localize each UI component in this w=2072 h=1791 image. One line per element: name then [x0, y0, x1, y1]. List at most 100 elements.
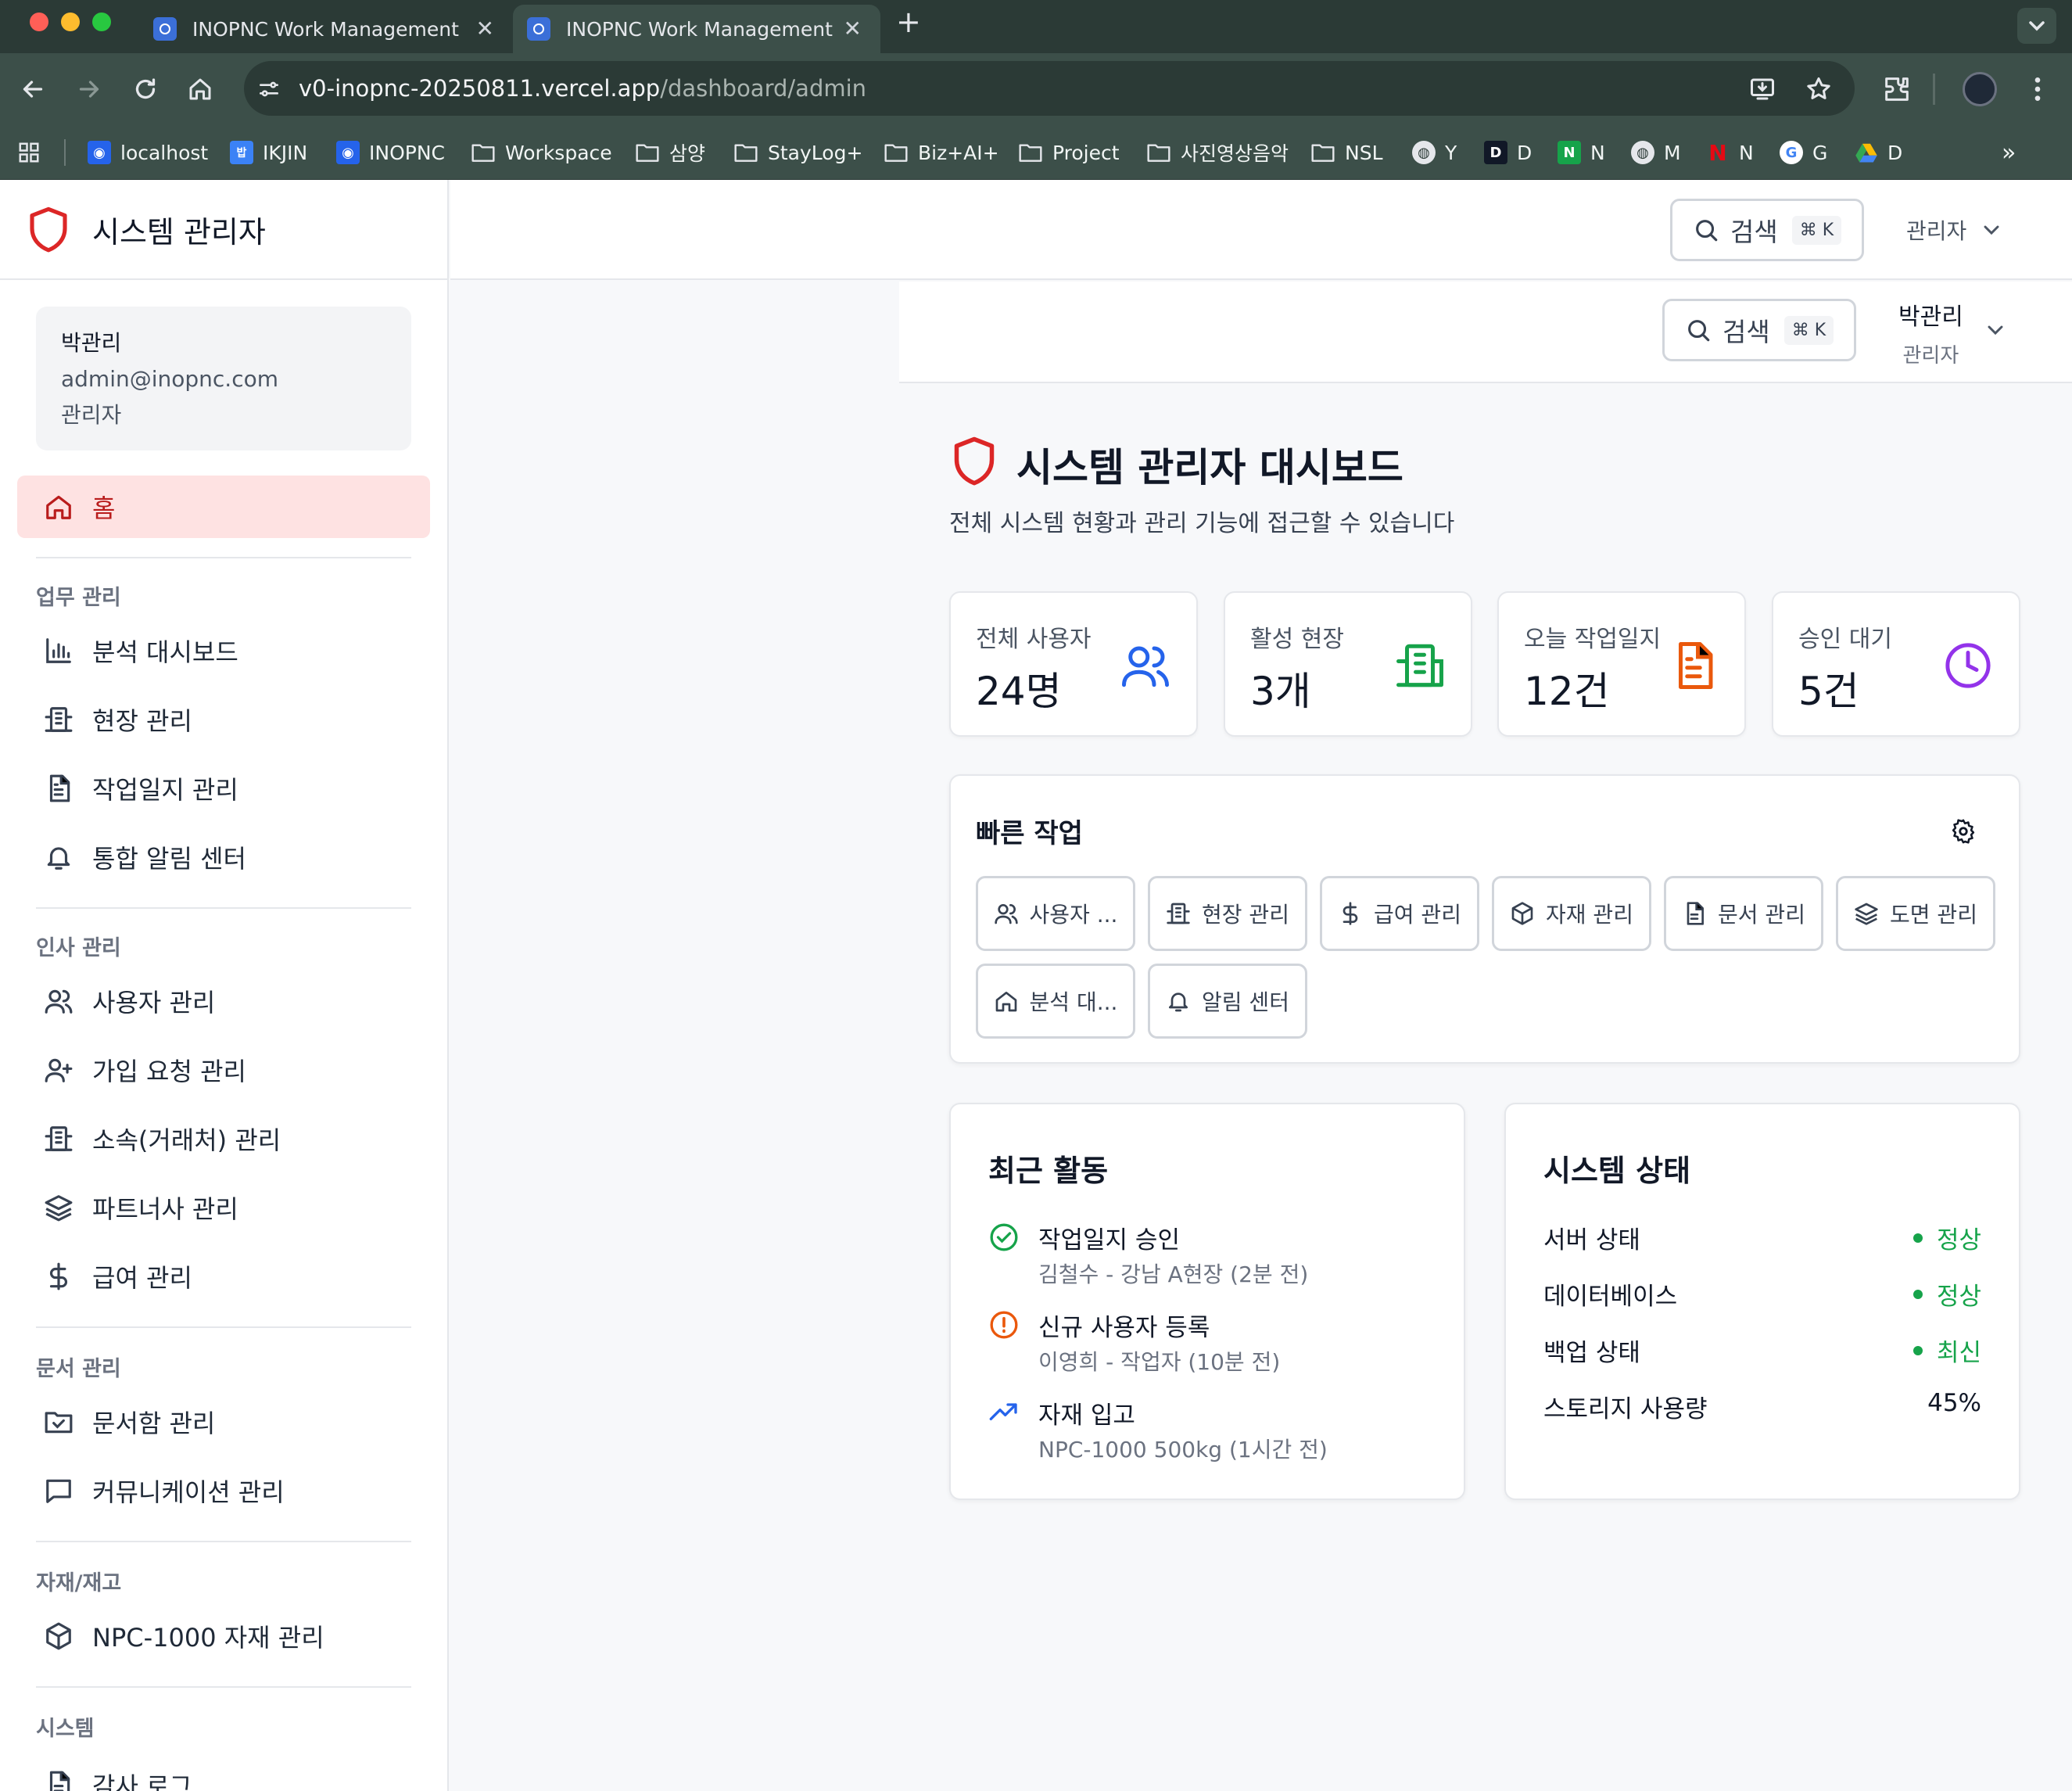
- sidebar-item-users[interactable]: 사용자 관리: [17, 970, 430, 1032]
- forward-icon[interactable]: [75, 75, 103, 103]
- sidebar-item-home[interactable]: 홈: [17, 476, 430, 538]
- sidebar-item-sites[interactable]: 현장 관리: [17, 688, 430, 751]
- quick-users-button[interactable]: 사용자 ...: [976, 876, 1135, 951]
- quick-analytics-button[interactable]: 분석 대...: [976, 964, 1135, 1039]
- bookmark-y[interactable]: ◍ Y: [1412, 125, 1457, 180]
- user-menu-button[interactable]: 박관리 관리자: [1898, 297, 1963, 368]
- quick-materials-button[interactable]: 자재 관리: [1492, 876, 1651, 951]
- bookmark-star-icon[interactable]: [1805, 75, 1833, 103]
- chevron-down-icon[interactable]: [1983, 318, 2008, 343]
- status-badge: 정상: [1912, 1220, 1981, 1255]
- user-role: 관리자: [1902, 344, 1959, 368]
- dollar-icon: [1342, 902, 1358, 925]
- sidebar-item-payroll[interactable]: 급여 관리: [17, 1245, 430, 1308]
- new-tab-icon[interactable]: +: [896, 5, 921, 39]
- extensions-icon[interactable]: [1881, 74, 1912, 105]
- browser-tab-active[interactable]: INOPNC Work Management ✕: [513, 5, 880, 53]
- sidebar-item-worklogs[interactable]: 작업일지 관리: [17, 757, 430, 820]
- minimize-window-button[interactable]: [61, 13, 80, 31]
- sidebar-item-document-box[interactable]: 문서함 관리: [17, 1391, 430, 1453]
- shield-icon: [954, 436, 995, 486]
- stat-card-pending[interactable]: 승인 대기 5건: [1772, 591, 2020, 737]
- bookmark-drive[interactable]: D: [1855, 125, 1902, 180]
- site-settings-icon[interactable]: [256, 77, 281, 102]
- tab-title: INOPNC Work Management: [566, 17, 833, 41]
- sidebar-item-label: NPC-1000 자재 관리: [92, 1623, 324, 1653]
- bookmark-google[interactable]: GG: [1780, 125, 1827, 180]
- sidebar-item-partners[interactable]: 파트너사 관리: [17, 1176, 430, 1239]
- bookmark-netflix[interactable]: NN: [1706, 125, 1753, 180]
- page-title: 시스템 관리자 대시보드: [1016, 445, 1403, 490]
- activity-detail: NPC-1000 500kg (1시간 전): [1038, 1437, 1328, 1463]
- install-app-icon[interactable]: [1748, 75, 1776, 103]
- globe-icon: ◉: [88, 141, 111, 164]
- sidebar-item-communication[interactable]: 커뮤니케이션 관리: [17, 1459, 430, 1522]
- search-button[interactable]: 검색 ⌘ K: [1670, 199, 1864, 261]
- sidebar-item-label: 급여 관리: [92, 1263, 192, 1293]
- bookmark-inopnc[interactable]: ◉ INOPNC: [336, 125, 445, 180]
- bookmark-label: IKJIN: [263, 141, 308, 164]
- browser-tab-bar: INOPNC Work Management ✕ INOPNC Work Man…: [0, 0, 2072, 53]
- quick-documents-button[interactable]: 문서 관리: [1664, 876, 1823, 951]
- bookmark-m[interactable]: ◍ M: [1631, 125, 1681, 180]
- stat-card-sites[interactable]: 활성 현장 3개: [1224, 591, 1472, 737]
- browser-tab[interactable]: INOPNC Work Management ✕: [153, 5, 513, 53]
- apps-grid-icon[interactable]: [17, 141, 41, 164]
- quick-payroll-button[interactable]: 급여 관리: [1320, 876, 1479, 951]
- status-label: 데이터베이스: [1543, 1283, 1678, 1311]
- folder-icon: [1019, 144, 1042, 162]
- bookmark-folder[interactable]: Workspace: [471, 125, 612, 180]
- bookmark-localhost[interactable]: ◉ localhost: [88, 125, 208, 180]
- bookmark-d[interactable]: DD: [1484, 125, 1532, 180]
- folder-icon: [734, 144, 758, 162]
- quick-sites-button[interactable]: 현장 관리: [1148, 876, 1307, 951]
- top-header: 검색 ⌘ K 관리자: [450, 180, 2072, 280]
- building-icon: [45, 1126, 73, 1151]
- sidebar-item-materials[interactable]: NPC-1000 자재 관리: [17, 1605, 430, 1667]
- bookmarks-divider: [64, 139, 66, 166]
- user-menu-button[interactable]: 관리자: [1906, 214, 2004, 246]
- bookmark-n[interactable]: NN: [1558, 125, 1605, 180]
- status-badge: 최신: [1912, 1333, 1981, 1368]
- bookmark-folder[interactable]: 사진영상음악: [1146, 125, 1289, 180]
- close-tab-icon[interactable]: ✕: [844, 16, 862, 41]
- close-window-button[interactable]: [30, 13, 48, 31]
- search-button[interactable]: 검색 ⌘ K: [1662, 299, 1856, 361]
- back-icon[interactable]: [19, 75, 47, 103]
- sidebar: 시스템 관리자 박관리 admin@inopnc.com 관리자 홈 업무 관리…: [0, 180, 449, 1791]
- bookmark-folder[interactable]: StayLog+: [733, 125, 862, 180]
- tab-search-button[interactable]: [2017, 8, 2056, 44]
- sidebar-item-analytics[interactable]: 분석 대시보드: [17, 619, 430, 682]
- package-icon: [1511, 902, 1533, 925]
- reload-icon[interactable]: [131, 75, 160, 103]
- more-menu-icon[interactable]: [2022, 74, 2053, 105]
- maximize-window-button[interactable]: [92, 13, 111, 31]
- bookmark-ikjin[interactable]: 밥 IKJIN: [230, 125, 307, 180]
- sidebar-item-audit-log[interactable]: 감사 로그: [17, 1753, 430, 1791]
- home-icon: [995, 992, 1016, 1012]
- sidebar-item-signup-requests[interactable]: 가입 요청 관리: [17, 1039, 430, 1101]
- user-email: admin@inopnc.com: [61, 366, 279, 392]
- quick-notifications-button[interactable]: 알림 센터: [1148, 964, 1307, 1039]
- profile-avatar[interactable]: [1963, 72, 1997, 106]
- folder-icon: [471, 144, 495, 162]
- bookmark-folder[interactable]: 삼양: [635, 125, 705, 180]
- stat-card-users[interactable]: 전체 사용자 24명: [949, 591, 1198, 737]
- sidebar-item-label: 파트너사 관리: [92, 1194, 238, 1224]
- bookmark-folder[interactable]: Project: [1018, 125, 1120, 180]
- sidebar-item-affiliations[interactable]: 소속(거래처) 관리: [17, 1107, 430, 1170]
- stat-card-worklogs[interactable]: 오늘 작업일지 12건: [1497, 591, 1746, 737]
- stat-label: 활성 현장: [1250, 626, 1344, 653]
- more-bookmarks-icon[interactable]: »: [2002, 125, 2016, 180]
- gear-icon[interactable]: [1950, 818, 1977, 845]
- home-icon: [46, 495, 71, 519]
- close-tab-icon[interactable]: ✕: [476, 16, 494, 41]
- sidebar-item-notifications[interactable]: 통합 알림 센터: [17, 826, 430, 888]
- address-bar[interactable]: v0-inopnc-20250811.vercel.app/dashboard/…: [244, 61, 1855, 116]
- quick-drawings-button[interactable]: 도면 관리: [1836, 876, 1995, 951]
- bookmark-label: G: [1812, 141, 1828, 164]
- home-icon[interactable]: [186, 75, 214, 103]
- bookmark-folder[interactable]: Biz+AI+: [884, 125, 999, 180]
- bookmark-folder[interactable]: NSL: [1310, 125, 1383, 180]
- sidebar-item-label: 통합 알림 센터: [92, 844, 246, 874]
